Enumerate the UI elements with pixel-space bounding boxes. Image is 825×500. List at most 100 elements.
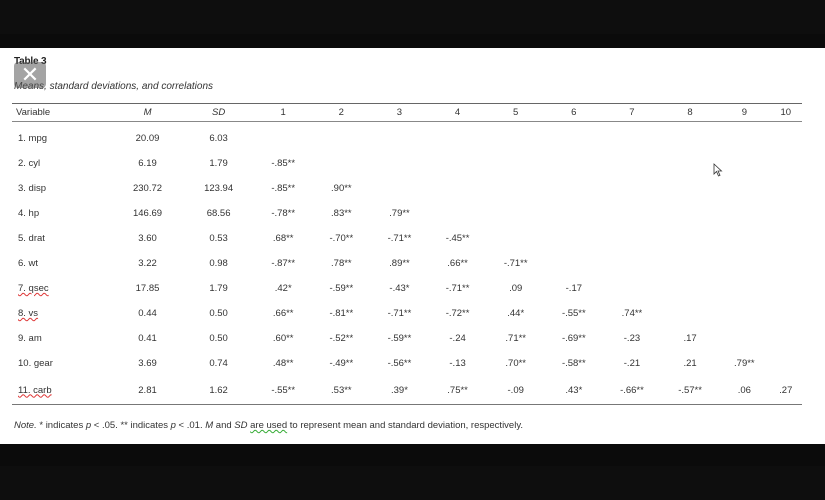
value-cell: .70** bbox=[505, 358, 526, 369]
value-cell: .75** bbox=[428, 376, 487, 405]
value-cell bbox=[545, 176, 603, 201]
value-cell bbox=[429, 151, 487, 176]
value-cell: 6.19 bbox=[138, 158, 157, 169]
value-cell: .60** bbox=[272, 333, 294, 344]
value-cell bbox=[770, 276, 802, 301]
close-icon[interactable]: ✕ bbox=[14, 62, 46, 88]
column-header: 9 bbox=[719, 103, 770, 122]
value-cell bbox=[545, 151, 603, 176]
value-cell: -.71** bbox=[387, 233, 412, 244]
value-cell bbox=[603, 122, 661, 152]
variable-cell: 9. am bbox=[18, 333, 42, 344]
value-cell bbox=[429, 201, 487, 226]
value-cell bbox=[719, 226, 769, 251]
value-cell bbox=[370, 122, 428, 152]
value-cell: .74** bbox=[621, 308, 643, 319]
value-cell bbox=[545, 122, 603, 152]
value-cell: 3.60 bbox=[138, 233, 157, 244]
value-cell bbox=[770, 122, 802, 152]
value-cell: -.21 bbox=[623, 358, 641, 369]
value-cell bbox=[312, 151, 370, 176]
note-m-symbol: M bbox=[205, 420, 214, 431]
value-cell: -.69** bbox=[561, 333, 586, 344]
value-cell: .78** bbox=[331, 258, 352, 269]
value-cell: .89** bbox=[389, 258, 410, 269]
value-cell bbox=[770, 151, 802, 176]
value-cell: .39* bbox=[370, 376, 429, 405]
value-cell bbox=[661, 151, 719, 176]
value-cell bbox=[770, 251, 802, 276]
value-cell: 0.44 bbox=[138, 308, 157, 319]
note-label: Note. bbox=[14, 420, 37, 431]
value-cell bbox=[487, 151, 545, 176]
value-cell: -.13 bbox=[449, 358, 466, 369]
value-cell: -.55** bbox=[254, 376, 313, 405]
value-cell bbox=[770, 326, 802, 351]
note-text: * indicates bbox=[36, 420, 86, 431]
column-header: 6 bbox=[544, 103, 603, 122]
column-header: 3 bbox=[370, 103, 429, 122]
value-cell: 20.09 bbox=[135, 133, 160, 144]
value-cell: 6.03 bbox=[209, 133, 228, 144]
value-cell: .79** bbox=[389, 208, 410, 219]
value-cell: .42* bbox=[274, 283, 292, 294]
column-header: 10 bbox=[769, 103, 802, 122]
value-cell: .83** bbox=[331, 208, 352, 219]
value-cell bbox=[487, 176, 545, 201]
value-cell bbox=[429, 176, 487, 201]
value-cell bbox=[370, 176, 428, 201]
value-cell: .27 bbox=[769, 376, 802, 405]
value-cell bbox=[661, 276, 719, 301]
value-cell: -.59** bbox=[387, 333, 412, 344]
value-cell: 1.79 bbox=[209, 158, 228, 169]
top-letterbox-bar bbox=[0, 0, 825, 34]
table-row: 6. wt 3.22 0.98 -.87** .78** .89** .66** -.71** bbox=[12, 251, 802, 276]
value-cell bbox=[603, 151, 661, 176]
value-cell: .44* bbox=[507, 308, 525, 319]
variable-cell: 4. hp bbox=[18, 208, 40, 219]
variable-cell: 6. wt bbox=[18, 258, 39, 269]
column-header: SD bbox=[183, 103, 255, 122]
bottom-letterbox-bar bbox=[0, 466, 825, 500]
column-header: 2 bbox=[312, 103, 371, 122]
column-header: 8 bbox=[661, 103, 720, 122]
value-cell: .53** bbox=[312, 376, 371, 405]
variable-cell: 8. vs bbox=[12, 301, 112, 326]
value-cell bbox=[603, 276, 661, 301]
value-cell: .17 bbox=[683, 333, 697, 344]
note-sd-symbol: SD bbox=[234, 420, 248, 431]
correlation-table: Variable M SD 1 2 3 4 5 6 7 8 9 10 1. mpg 20.09 6.03 2.… bbox=[12, 103, 802, 405]
value-cell: -.57** bbox=[661, 376, 720, 405]
value-cell: -.55** bbox=[561, 308, 586, 319]
value-cell: 3.69 bbox=[138, 358, 157, 369]
value-cell bbox=[719, 251, 769, 276]
table-row: 2. cyl 6.19 1.79 -.85** bbox=[12, 151, 802, 176]
value-cell: -.72** bbox=[445, 308, 470, 319]
table-row: 8. vs 0.44 0.50 .66** -.81** -.71** -.72** .44*… bbox=[12, 301, 802, 326]
variable-cell: 2. cyl bbox=[18, 158, 41, 169]
value-cell: -.52** bbox=[329, 333, 354, 344]
table-row: 5. drat 3.60 0.53 .68** -.70** -.71** -.45** bbox=[12, 226, 802, 251]
value-cell: -.49** bbox=[329, 358, 354, 369]
value-cell: .90** bbox=[331, 183, 352, 194]
value-cell bbox=[254, 122, 312, 152]
value-cell bbox=[719, 122, 769, 152]
value-cell bbox=[770, 226, 802, 251]
table-row: 11. carb 2.81 1.62 -.55** .53** .39* .75** -.09… bbox=[12, 376, 802, 405]
value-cell: .66** bbox=[272, 308, 294, 319]
value-cell: 0.98 bbox=[209, 258, 228, 269]
value-cell: 3.22 bbox=[138, 258, 157, 269]
value-cell: 123.94 bbox=[204, 183, 234, 194]
value-cell: -.66** bbox=[602, 376, 662, 405]
value-cell: -.70** bbox=[329, 233, 354, 244]
variable-cell: 11. carb bbox=[12, 376, 112, 405]
value-cell bbox=[370, 151, 428, 176]
value-cell: -.45** bbox=[445, 233, 470, 244]
mouse-cursor-icon bbox=[713, 163, 723, 177]
spellcheck-flag: 11. carb bbox=[18, 384, 52, 396]
table-row: 9. am 0.41 0.50 .60** -.52** -.59** -.24 .71** -… bbox=[12, 326, 802, 351]
value-cell bbox=[719, 301, 769, 326]
value-cell bbox=[661, 201, 719, 226]
value-cell: -.58** bbox=[561, 358, 586, 369]
value-cell bbox=[661, 226, 719, 251]
